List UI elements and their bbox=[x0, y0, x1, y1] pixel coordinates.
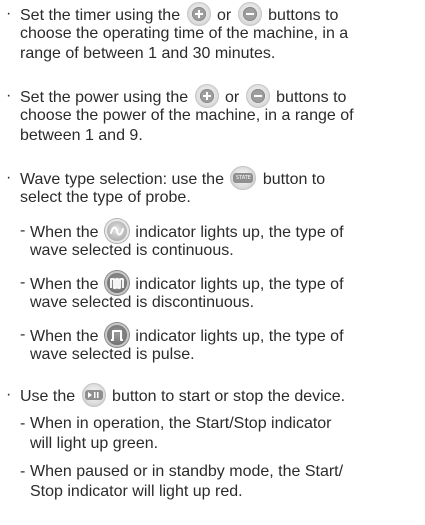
startstop-text-1b: button to start or stop the device. bbox=[112, 388, 346, 406]
timer-text-3: range of between 1 and 30 minutes. bbox=[20, 45, 276, 62]
power-text-3: between 1 and 9. bbox=[20, 127, 143, 144]
dash: - bbox=[20, 326, 26, 343]
dash: - bbox=[20, 415, 26, 432]
bullet: · bbox=[6, 5, 12, 22]
dash: - bbox=[20, 463, 26, 480]
bullet: · bbox=[6, 386, 12, 403]
wave-instruction: · Wave type selection: use the STATE but… bbox=[0, 166, 425, 208]
pulse-text-2: wave selected is pulse. bbox=[30, 346, 195, 363]
wave-text-2: select the type of probe. bbox=[20, 189, 191, 206]
minus-button-icon bbox=[245, 84, 270, 108]
timer-text-1a: Set the timer using the bbox=[20, 7, 181, 25]
wave-text-1a: Wave type selection: use the bbox=[20, 171, 224, 189]
operation-note: - When in operation, the Start/Stop indi… bbox=[0, 414, 425, 454]
paused-text-1: When paused or in standby mode, the Star… bbox=[30, 463, 344, 480]
startstop-instruction: · Use the button to start or stop the de… bbox=[0, 383, 425, 407]
pulse-wave-indicator-icon bbox=[104, 323, 129, 347]
continuous-wave-indicator-icon bbox=[104, 219, 129, 243]
pulse-text-1a: When the bbox=[30, 328, 99, 346]
continuous-text-1b: indicator lights up, the type of bbox=[135, 224, 344, 242]
power-text-2: choose the power of the machine, in a ra… bbox=[20, 107, 354, 124]
operation-text-1: When in operation, the Start/Stop indica… bbox=[30, 415, 332, 432]
startstop-text-1a: Use the bbox=[20, 388, 76, 406]
wave-text-1b: button to bbox=[262, 171, 326, 189]
power-instruction: · Set the power using the or buttons to … bbox=[0, 84, 425, 146]
instruction-page: · Set the timer using the or buttons to … bbox=[0, 0, 425, 525]
bullet: · bbox=[6, 87, 12, 104]
dash: - bbox=[20, 274, 26, 291]
timer-text-1b: or bbox=[217, 7, 232, 25]
pulse-note: - When the indicator lights up, the type… bbox=[0, 323, 425, 365]
timer-text-1c: buttons to bbox=[268, 7, 339, 25]
pulse-text-1b: indicator lights up, the type of bbox=[135, 328, 344, 346]
discontinuous-wave-indicator-icon bbox=[104, 271, 129, 295]
paused-text-2: Stop indicator will light up red. bbox=[30, 483, 243, 500]
dash: - bbox=[20, 222, 26, 239]
timer-text-2: choose the operating time of the machine… bbox=[20, 25, 349, 42]
play-pause-button-icon bbox=[81, 383, 106, 407]
state-label: STATE bbox=[233, 173, 254, 183]
continuous-text-2: wave selected is continuous. bbox=[30, 242, 234, 259]
operation-text-2: will light up green. bbox=[30, 435, 159, 452]
power-text-1c: buttons to bbox=[276, 89, 347, 107]
discontinuous-text-1a: When the bbox=[30, 276, 99, 294]
discontinuous-text-1b: indicator lights up, the type of bbox=[135, 276, 344, 294]
minus-button-icon bbox=[237, 2, 262, 26]
timer-instruction: · Set the timer using the or buttons to … bbox=[0, 2, 425, 64]
power-text-1a: Set the power using the bbox=[20, 89, 189, 107]
discontinuous-note: - When the indicator lights up, the type… bbox=[0, 271, 425, 313]
power-text-1b: or bbox=[225, 89, 240, 107]
state-button-icon: STATE bbox=[230, 166, 257, 190]
plus-button-icon bbox=[186, 2, 211, 26]
continuous-text-1a: When the bbox=[30, 224, 99, 242]
bullet: · bbox=[6, 169, 12, 186]
plus-button-icon bbox=[194, 84, 219, 108]
continuous-note: - When the indicator lights up, the type… bbox=[0, 219, 425, 261]
discontinuous-text-2: wave selected is discontinuous. bbox=[30, 294, 255, 311]
paused-note: - When paused or in standby mode, the St… bbox=[0, 462, 425, 502]
